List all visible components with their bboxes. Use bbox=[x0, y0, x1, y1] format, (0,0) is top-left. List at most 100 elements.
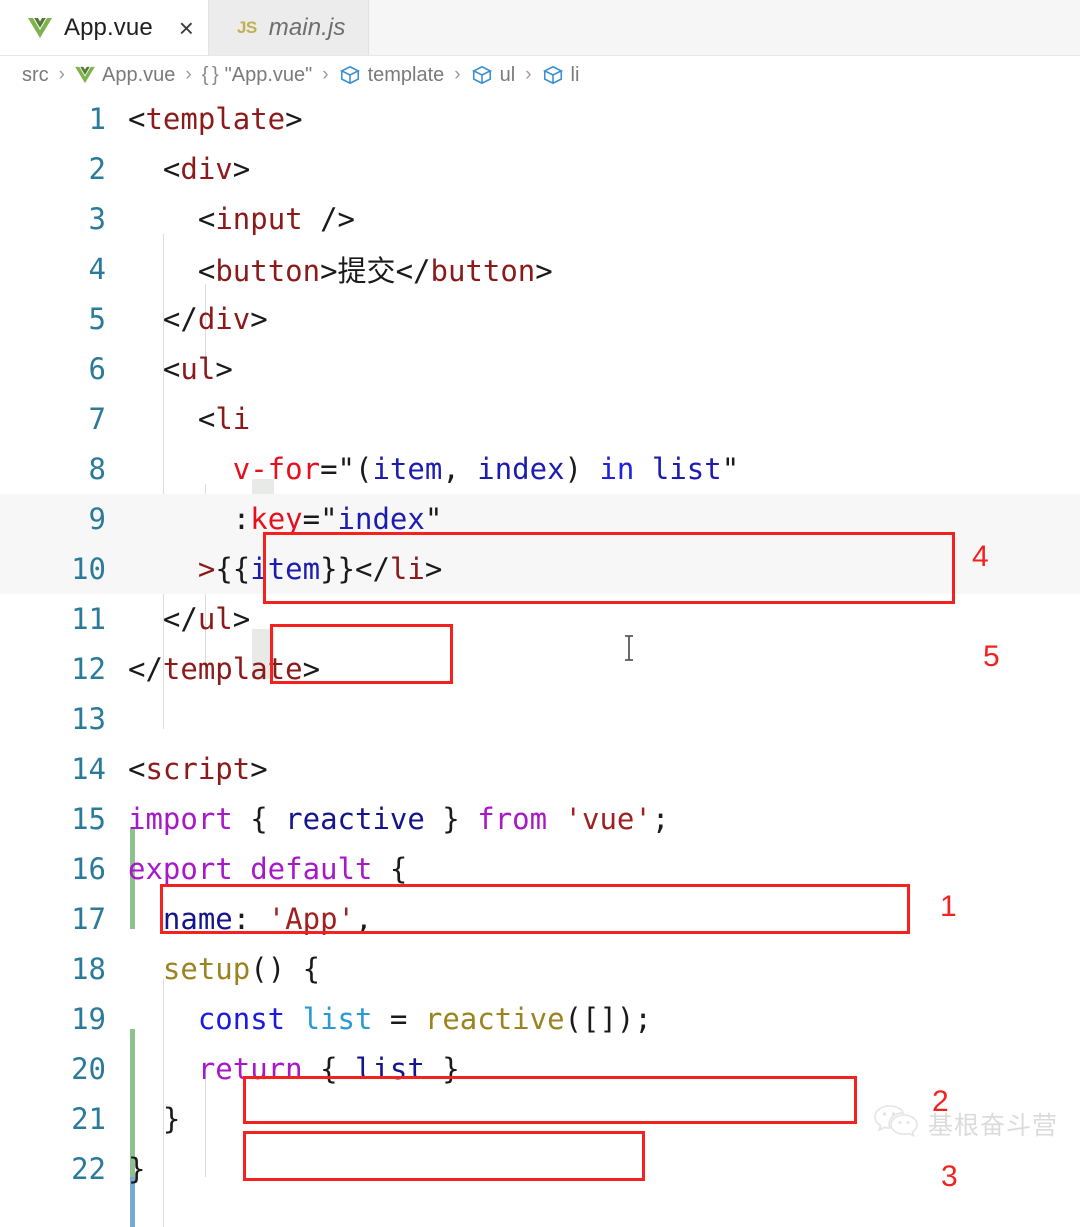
line-content[interactable]: name: 'App', bbox=[128, 902, 1080, 936]
line-number: 16 bbox=[0, 852, 128, 886]
line-content[interactable]: <template> bbox=[128, 102, 1080, 136]
code-line[interactable]: 2 <div> bbox=[0, 144, 1080, 194]
tab-main-js[interactable]: JS main.js bbox=[208, 0, 369, 55]
breadcrumb-item-li[interactable]: li bbox=[542, 64, 580, 87]
code-line[interactable]: 22 } bbox=[0, 1144, 1080, 1194]
line-number: 22 bbox=[0, 1152, 128, 1186]
annotation-number-1: 1 bbox=[940, 892, 957, 922]
code-line[interactable]: 12 </template> bbox=[0, 644, 1080, 694]
line-number: 12 bbox=[0, 652, 128, 686]
code-line[interactable]: 20 return { list } bbox=[0, 1044, 1080, 1094]
line-content[interactable]: </template> bbox=[128, 652, 1080, 686]
cube-icon bbox=[542, 64, 564, 86]
vue-file-icon bbox=[28, 17, 52, 39]
line-number: 20 bbox=[0, 1052, 128, 1086]
code-line[interactable]: 11 </ul> bbox=[0, 594, 1080, 644]
line-content[interactable]: </ul> bbox=[128, 602, 1080, 636]
code-line[interactable]: 18 setup() { bbox=[0, 944, 1080, 994]
line-number: 7 bbox=[0, 402, 128, 436]
code-line[interactable]: 19 const list = reactive([]); bbox=[0, 994, 1080, 1044]
line-content[interactable]: <script> bbox=[128, 752, 1080, 786]
breadcrumb-separator: › bbox=[525, 64, 531, 86]
code-line[interactable]: 1 <template> bbox=[0, 94, 1080, 144]
line-content[interactable]: export default { bbox=[128, 852, 1080, 886]
tab-bar: App.vue × JS main.js bbox=[0, 0, 1080, 56]
line-number: 14 bbox=[0, 752, 128, 786]
code-line[interactable]: 10 >{{item}}</li> bbox=[0, 544, 1080, 594]
annotation-number-4: 4 bbox=[972, 542, 989, 572]
code-line[interactable]: 15 import { reactive } from 'vue'; bbox=[0, 794, 1080, 844]
code-editor[interactable]: 1 <template> 2 <div> 3 <input /> 4 <butt… bbox=[0, 94, 1080, 1179]
breadcrumb-label: li bbox=[571, 64, 580, 87]
line-content[interactable]: <button>提交</button> bbox=[128, 248, 1080, 290]
line-number: 21 bbox=[0, 1102, 128, 1136]
line-number: 8 bbox=[0, 452, 128, 486]
cube-icon bbox=[339, 64, 361, 86]
breadcrumb-item-app-vue[interactable]: App.vue bbox=[75, 64, 175, 87]
code-line[interactable]: 13 bbox=[0, 694, 1080, 744]
tab-app-vue[interactable]: App.vue × bbox=[0, 0, 208, 55]
code-line[interactable]: 6 <ul> bbox=[0, 344, 1080, 394]
line-content[interactable]: <li bbox=[128, 402, 1080, 436]
code-line[interactable]: 3 <input /> bbox=[0, 194, 1080, 244]
line-number: 13 bbox=[0, 702, 128, 736]
code-line[interactable]: 14 <script> bbox=[0, 744, 1080, 794]
line-content[interactable]: const list = reactive([]); bbox=[128, 1002, 1080, 1036]
line-content[interactable]: <input /> bbox=[128, 202, 1080, 236]
breadcrumb-item-ul[interactable]: ul bbox=[471, 64, 516, 87]
code-line[interactable]: 4 <button>提交</button> bbox=[0, 244, 1080, 294]
breadcrumb-item-template[interactable]: template bbox=[339, 64, 445, 87]
line-number: 4 bbox=[0, 252, 128, 286]
breadcrumb-separator: › bbox=[185, 64, 191, 86]
tab-label: main.js bbox=[269, 14, 346, 42]
line-number: 5 bbox=[0, 302, 128, 336]
text-cursor-pointer bbox=[622, 634, 636, 662]
line-content[interactable]: </div> bbox=[128, 302, 1080, 336]
line-content[interactable]: setup() { bbox=[128, 952, 1080, 986]
code-line[interactable]: 5 </div> bbox=[0, 294, 1080, 344]
code-line[interactable]: 7 <li bbox=[0, 394, 1080, 444]
line-number: 1 bbox=[0, 102, 128, 136]
line-content[interactable]: return { list } bbox=[128, 1052, 1080, 1086]
line-content[interactable]: import { reactive } from 'vue'; bbox=[128, 802, 1080, 836]
breadcrumb-separator: › bbox=[59, 64, 65, 86]
breadcrumb-label: src bbox=[22, 64, 49, 87]
js-file-icon: JS bbox=[237, 18, 257, 38]
code-line[interactable]: 8 v-for="(item, index) in list" bbox=[0, 444, 1080, 494]
cube-icon bbox=[471, 64, 493, 86]
wechat-icon bbox=[874, 1103, 918, 1144]
tab-label: App.vue bbox=[64, 14, 153, 42]
annotation-number-3: 3 bbox=[941, 1162, 958, 1192]
line-number: 19 bbox=[0, 1002, 128, 1036]
line-content[interactable]: <div> bbox=[128, 152, 1080, 186]
breadcrumb-item-app-vue-symbol[interactable]: { } "App.vue" bbox=[202, 64, 313, 87]
watermark: 基根奋斗营 bbox=[874, 1103, 1058, 1144]
breadcrumb-label: App.vue bbox=[102, 64, 175, 87]
line-content[interactable]: >{{item}}</li> bbox=[128, 552, 1080, 586]
line-content[interactable]: <ul> bbox=[128, 352, 1080, 386]
breadcrumb-label: template bbox=[368, 64, 445, 87]
vue-file-icon bbox=[75, 66, 95, 84]
line-number: 3 bbox=[0, 202, 128, 236]
line-content[interactable]: } bbox=[128, 1152, 1080, 1186]
line-number: 10 bbox=[0, 552, 128, 586]
annotation-number-5: 5 bbox=[983, 642, 1000, 672]
close-icon[interactable]: × bbox=[179, 15, 194, 41]
breadcrumb-separator: › bbox=[322, 64, 328, 86]
code-line[interactable]: 17 name: 'App', bbox=[0, 894, 1080, 944]
line-content[interactable]: :key="index" bbox=[128, 502, 1080, 536]
breadcrumb-label: ul bbox=[500, 64, 516, 87]
line-number: 18 bbox=[0, 952, 128, 986]
code-line[interactable]: 9 :key="index" bbox=[0, 494, 1080, 544]
tab-bar-empty-area bbox=[369, 0, 1080, 55]
code-line[interactable]: 16 export default { bbox=[0, 844, 1080, 894]
breadcrumb-label: "App.vue" bbox=[225, 64, 313, 87]
braces-icon: { } bbox=[202, 64, 218, 87]
line-number: 6 bbox=[0, 352, 128, 386]
line-content[interactable]: v-for="(item, index) in list" bbox=[128, 452, 1080, 486]
line-number: 2 bbox=[0, 152, 128, 186]
line-number: 11 bbox=[0, 602, 128, 636]
breadcrumb-separator: › bbox=[454, 64, 460, 86]
watermark-text: 基根奋斗营 bbox=[928, 1106, 1058, 1142]
breadcrumb-item-src[interactable]: src bbox=[22, 64, 49, 87]
